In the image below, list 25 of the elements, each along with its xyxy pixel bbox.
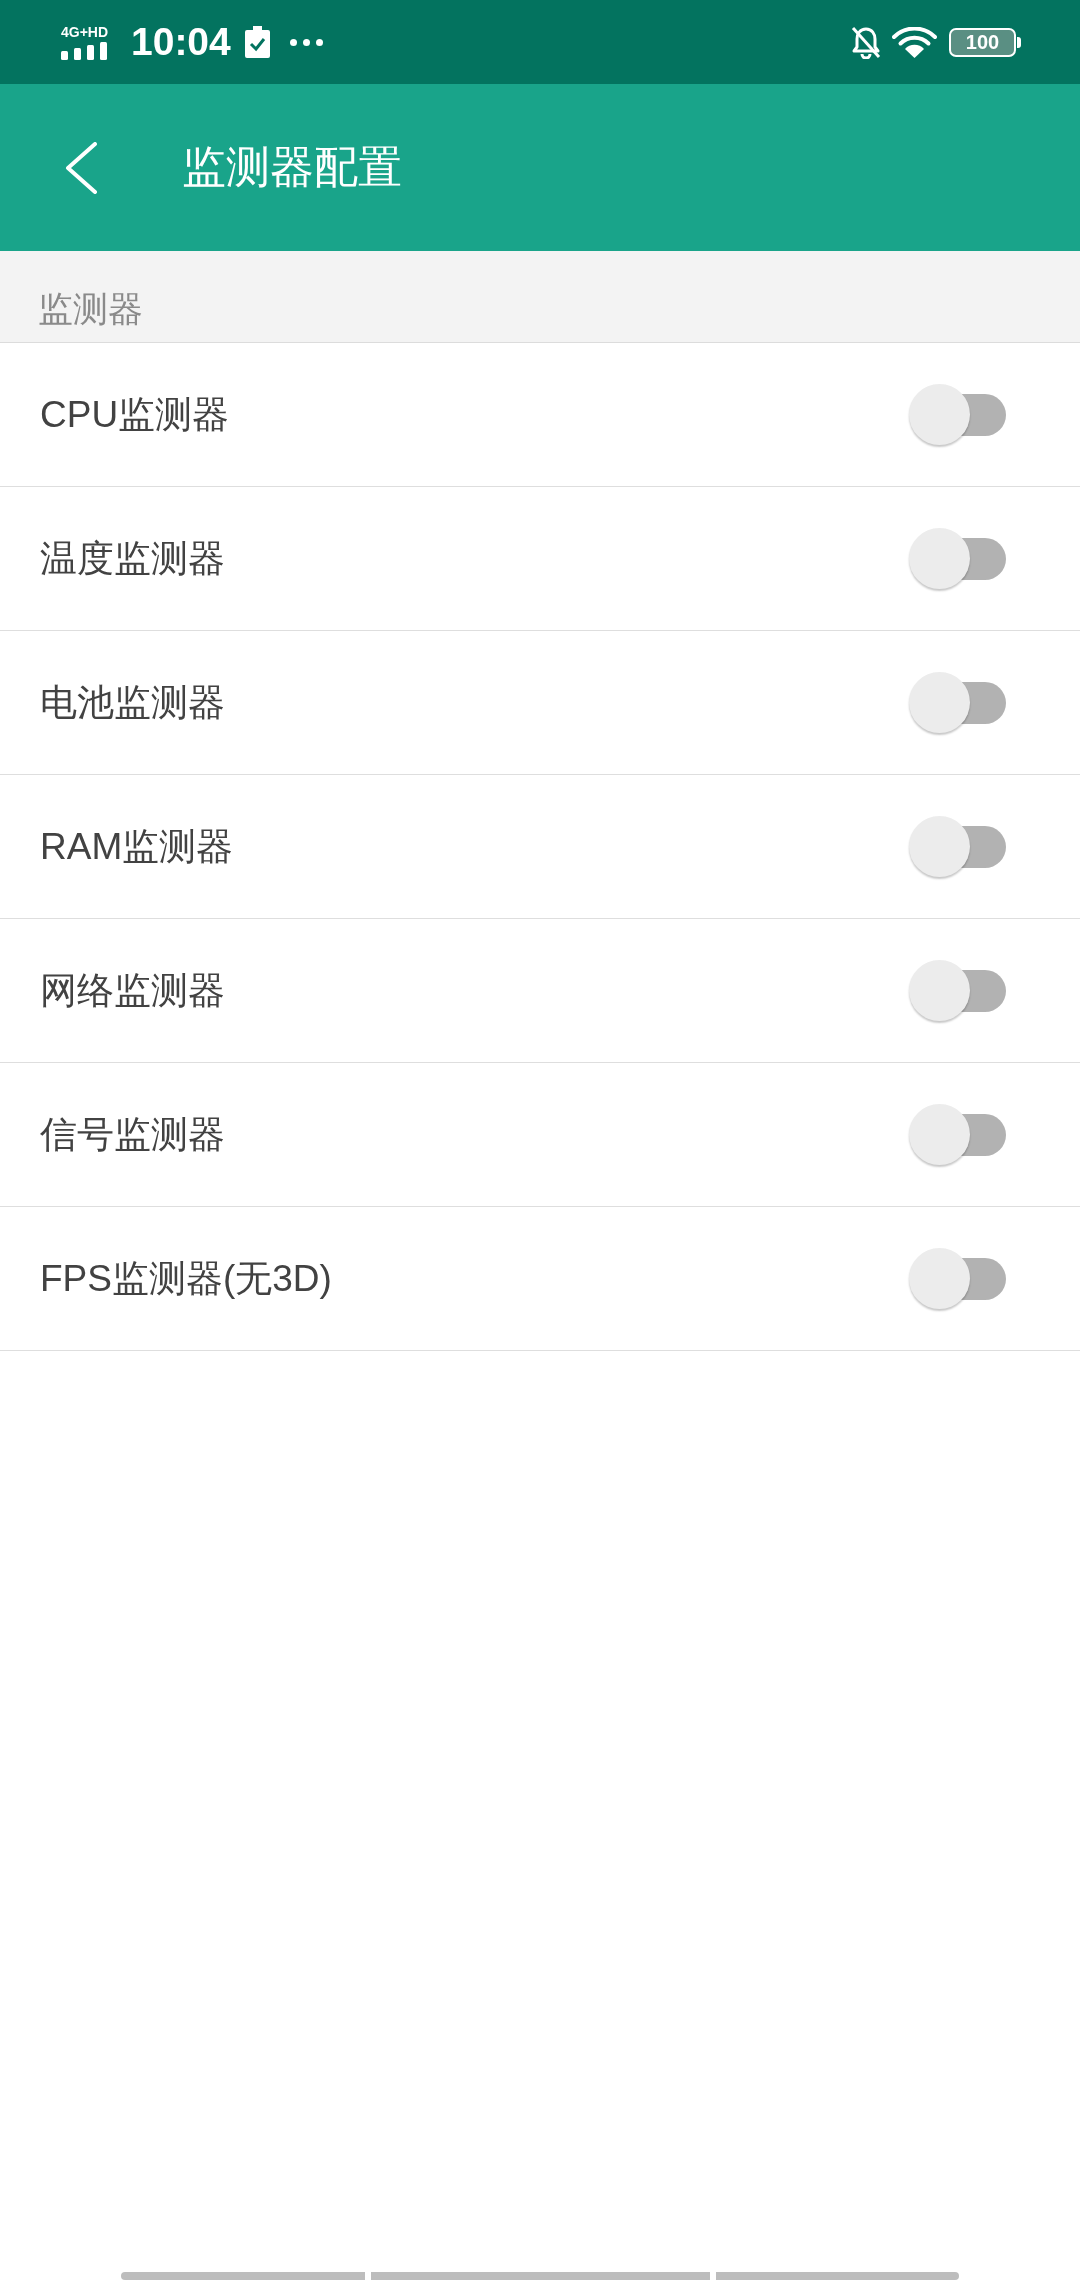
- toggle-switch[interactable]: [909, 528, 1006, 589]
- toggle-switch[interactable]: [909, 1248, 1006, 1309]
- network-type-label: 4G+HD: [61, 24, 109, 39]
- toggle-switch[interactable]: [909, 1104, 1006, 1165]
- status-time: 10:04: [131, 20, 231, 64]
- setting-label: 信号监测器: [40, 1112, 225, 1157]
- bell-off-icon: [850, 25, 882, 59]
- toggle-switch[interactable]: [909, 960, 1006, 1021]
- more-icon: [289, 38, 323, 46]
- setting-label: RAM监测器: [40, 824, 234, 869]
- toggle-switch[interactable]: [909, 672, 1006, 733]
- battery-indicator: 100: [949, 27, 1021, 57]
- setting-label: FPS监测器(无3D): [40, 1256, 332, 1301]
- page-title: 监测器配置: [182, 141, 402, 194]
- back-icon[interactable]: [65, 141, 97, 194]
- toggle-switch[interactable]: [909, 816, 1006, 877]
- setting-label: CPU监测器: [40, 392, 230, 437]
- setting-label: 电池监测器: [40, 680, 225, 725]
- section-title: 监测器: [38, 288, 143, 330]
- battery-check-icon: [244, 26, 270, 58]
- setting-label: 网络监测器: [40, 968, 225, 1013]
- setting-label: 温度监测器: [40, 536, 225, 581]
- signal-icon: [61, 41, 107, 60]
- toggle-switch[interactable]: [909, 384, 1006, 445]
- wifi-icon: [892, 26, 937, 58]
